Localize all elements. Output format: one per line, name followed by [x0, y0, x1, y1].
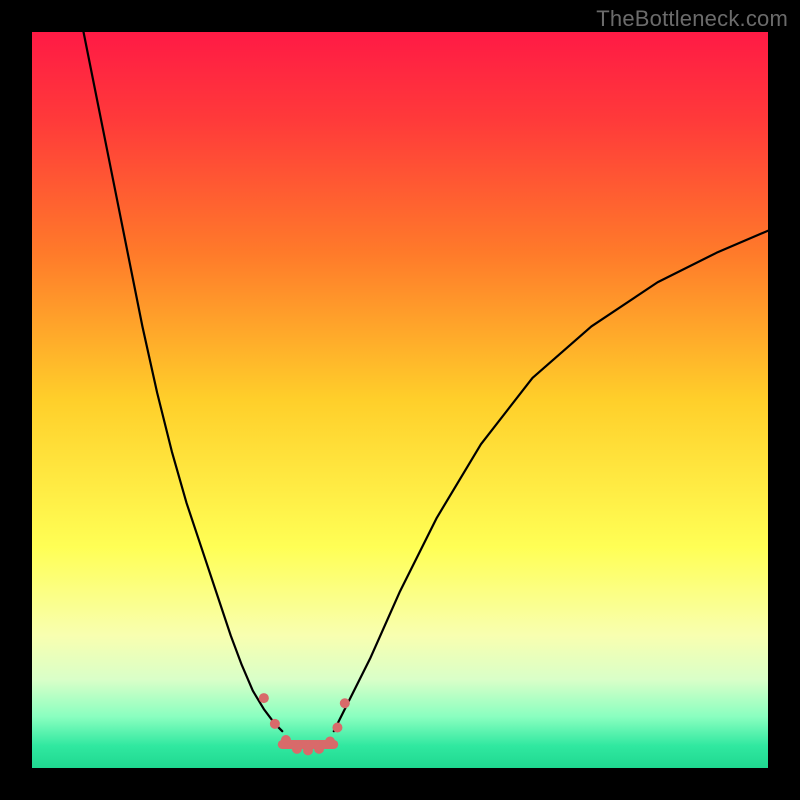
bottom-marks-point: [340, 698, 350, 708]
chart-frame: TheBottleneck.com: [0, 0, 800, 800]
watermark-text: TheBottleneck.com: [596, 6, 788, 32]
bottom-marks-point: [270, 719, 280, 729]
gradient-background: [32, 32, 768, 768]
bottleneck-chart: [32, 32, 768, 768]
bottom-marks-point: [332, 723, 342, 733]
bottom-marks-point: [259, 693, 269, 703]
